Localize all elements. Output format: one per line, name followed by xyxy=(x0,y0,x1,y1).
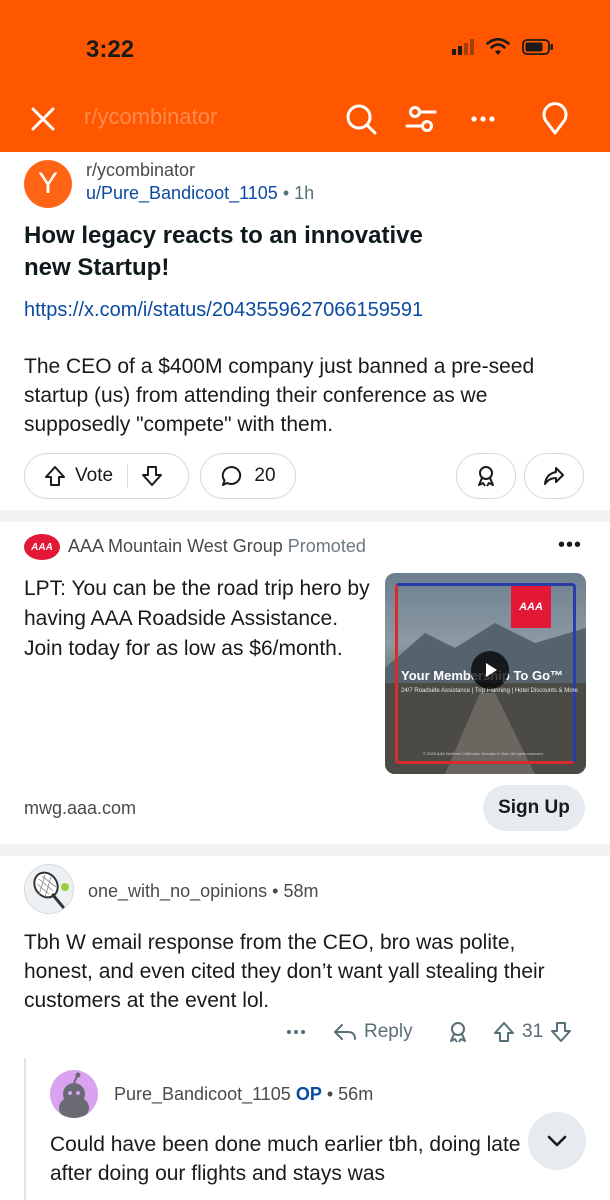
thread-line[interactable] xyxy=(24,1058,26,1200)
comment-author[interactable]: one_with_no_opinions xyxy=(88,881,267,901)
battery-icon xyxy=(522,39,553,55)
comment-count: 20 xyxy=(254,465,276,486)
vote-pill: Vote xyxy=(24,453,189,499)
comments-button[interactable]: 20 xyxy=(200,453,296,499)
comment-age: 58m xyxy=(283,881,319,901)
reply-meta: Pure_Bandicoot_1105 OP • 56m xyxy=(114,1084,373,1105)
subreddit-avatar[interactable]: Y xyxy=(24,160,72,208)
downvote-icon[interactable] xyxy=(549,1020,573,1044)
reply-label: Reply xyxy=(364,1021,413,1042)
upvote-icon[interactable] xyxy=(43,464,67,488)
reply-avatar[interactable] xyxy=(50,1070,98,1118)
upvote-icon[interactable] xyxy=(492,1020,516,1044)
ad-more-icon[interactable]: ••• xyxy=(558,534,582,557)
tennis-racket-icon xyxy=(33,871,69,909)
vote-label: Vote xyxy=(75,465,114,486)
ad-text[interactable]: LPT: You can be the road trip hero by ha… xyxy=(24,574,374,664)
op-badge: OP xyxy=(295,1084,322,1104)
comment-score: 31 xyxy=(522,1021,544,1042)
next-comment-button[interactable] xyxy=(528,1112,586,1170)
section-divider xyxy=(0,510,610,522)
vote-divider xyxy=(127,464,129,488)
chevron-down-icon xyxy=(547,1135,567,1147)
cellular-signal-icon xyxy=(452,39,474,55)
ad-media-legal: © 2025 AAA Northern California, Nevada &… xyxy=(423,751,544,756)
share-button[interactable] xyxy=(524,453,584,499)
award-button[interactable] xyxy=(456,453,516,499)
wifi-icon xyxy=(486,38,510,55)
post-author[interactable]: u/Pure_Bandicoot_1105 xyxy=(86,183,278,203)
commenter-avatar[interactable] xyxy=(24,864,74,914)
location-pin-icon[interactable] xyxy=(538,102,572,136)
comment-text: Tbh W email response from the CEO, bro w… xyxy=(24,931,545,1012)
reply-icon xyxy=(334,1024,356,1040)
status-icons xyxy=(452,38,554,56)
reply-button[interactable]: Reply xyxy=(332,1020,413,1044)
reply-age: 56m xyxy=(338,1084,374,1104)
ad-aaa-badge: AAA xyxy=(511,586,551,628)
promoted-label: Promoted xyxy=(287,536,366,556)
post-body: The CEO of a $400M company just banned a… xyxy=(24,355,535,436)
search-icon[interactable] xyxy=(344,102,378,136)
filter-icon[interactable] xyxy=(404,102,438,136)
section-divider xyxy=(0,844,610,856)
comment-more-icon[interactable] xyxy=(284,1020,308,1044)
post-title[interactable]: How legacy reacts to an innovative new S… xyxy=(24,220,474,284)
ad-video-thumbnail[interactable]: AAA Your Membership To Go™ 24/7 Roadside… xyxy=(385,573,586,774)
status-time: 3:22 xyxy=(86,36,135,63)
more-options-icon[interactable] xyxy=(466,102,500,136)
comment-actions: Reply 31 xyxy=(0,1018,610,1050)
advertiser-logo[interactable]: AAA xyxy=(24,534,60,560)
comment-vote: 31 xyxy=(492,1020,573,1044)
post-link[interactable]: https://x.com/i/status/20435596270661595… xyxy=(24,299,423,322)
post-meta: u/Pure_Bandicoot_1105 • 1h xyxy=(86,183,314,204)
ad-domain[interactable]: mwg.aaa.com xyxy=(24,798,136,819)
advertiser-name[interactable]: AAA Mountain West Group xyxy=(68,536,283,556)
play-icon[interactable] xyxy=(471,651,509,689)
post-age: 1h xyxy=(294,183,315,203)
subreddit-name[interactable]: r/ycombinator xyxy=(86,160,195,181)
comment-meta: one_with_no_opinions • 58m xyxy=(88,881,319,902)
comment-bubble-icon xyxy=(222,465,242,486)
share-icon xyxy=(544,467,564,485)
toolbar-title: r/ycombinator xyxy=(84,104,218,129)
post-card: Y r/ycombinator u/Pure_Bandicoot_1105 • … xyxy=(0,152,610,510)
meta-separator: • xyxy=(272,881,284,901)
app-header: 3:22 r/ycombinator xyxy=(0,0,610,152)
advertiser-line: AAA Mountain West Group Promoted xyxy=(68,536,366,557)
close-icon[interactable] xyxy=(28,104,58,134)
promoted-post: AAA AAA Mountain West Group Promoted •••… xyxy=(0,522,610,844)
downvote-icon[interactable] xyxy=(140,464,164,488)
comment: one_with_no_opinions • 58m Tbh W email r… xyxy=(0,856,610,1200)
meta-separator: • xyxy=(326,1084,339,1104)
meta-separator: • xyxy=(282,183,295,203)
snoo-avatar-icon xyxy=(59,1072,89,1118)
award-icon xyxy=(478,466,494,487)
comment-award-icon[interactable] xyxy=(446,1020,470,1044)
reply-author[interactable]: Pure_Bandicoot_1105 xyxy=(114,1084,291,1104)
sign-up-button[interactable]: Sign Up xyxy=(483,785,585,831)
reply-text: Could have been done much earlier tbh, d… xyxy=(50,1133,521,1185)
toolbar: r/ycombinator xyxy=(0,96,610,144)
